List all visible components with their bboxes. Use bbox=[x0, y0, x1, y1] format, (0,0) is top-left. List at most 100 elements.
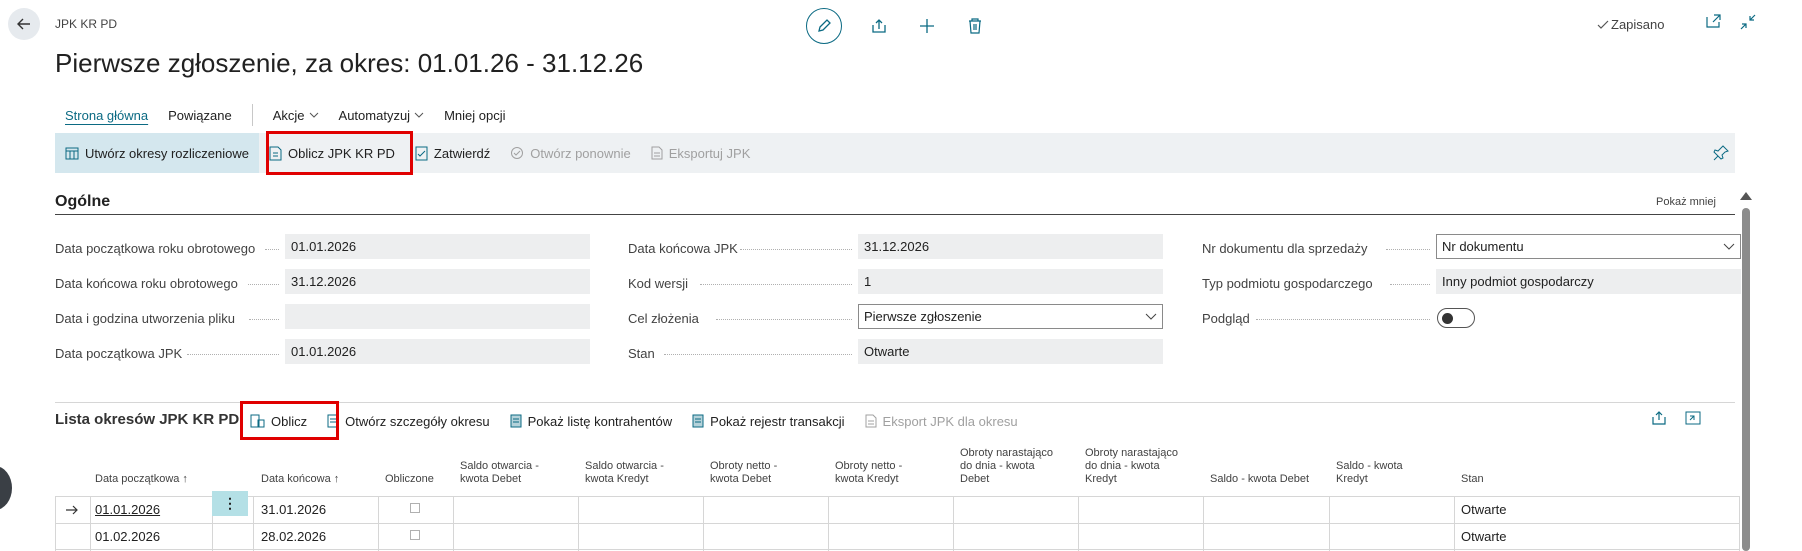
col-header-opening-debit[interactable]: Saldo otwarcia - kwota Debet bbox=[460, 460, 539, 486]
col-header-calculated[interactable]: Obliczone bbox=[385, 473, 434, 486]
tab-home[interactable]: Strona główna bbox=[55, 108, 158, 123]
tab-related[interactable]: Powiązane bbox=[158, 108, 242, 123]
calculate-jpk-label: Oblicz JPK KR PD bbox=[288, 145, 395, 161]
col-header-balance-debit[interactable]: Saldo - kwota Debet bbox=[1210, 473, 1309, 486]
grid-line bbox=[253, 496, 254, 551]
fy-start-field[interactable]: 01.01.2026 bbox=[285, 234, 590, 259]
scrollbar-thumb[interactable] bbox=[1742, 208, 1750, 551]
col-header-line: Saldo otwarcia - bbox=[585, 460, 664, 472]
back-button[interactable] bbox=[8, 8, 40, 40]
jpk-end-field[interactable]: 31.12.2026 bbox=[858, 234, 1163, 259]
fy-start-label: Data początkowa roku obrotowego bbox=[55, 241, 256, 256]
sales-doc-label: Nr dokumentu dla sprzedaży bbox=[1202, 241, 1368, 256]
col-header-opening-credit[interactable]: Saldo otwarcia - kwota Kredyt bbox=[585, 460, 664, 486]
row-calculated-checkbox[interactable] bbox=[410, 530, 420, 540]
reopen-icon bbox=[511, 147, 524, 159]
label-dots bbox=[740, 249, 852, 250]
collapse-button[interactable] bbox=[1740, 14, 1756, 33]
row-start-date[interactable]: 01.02.2026 bbox=[95, 529, 160, 544]
col-header-status[interactable]: Stan bbox=[1461, 473, 1484, 486]
purpose-select[interactable]: Pierwsze zgłoszenie bbox=[858, 304, 1163, 329]
share-button[interactable] bbox=[868, 15, 890, 37]
tab-actions[interactable]: Akcje bbox=[263, 108, 329, 123]
action-menu-tabs: Strona główna Powiązane Akcje Automatyzu… bbox=[55, 104, 516, 126]
col-header-start-date[interactable]: Data początkowa ↑ bbox=[95, 473, 188, 486]
preview-toggle[interactable] bbox=[1437, 308, 1475, 328]
export-jpk-button[interactable]: Eksportuj JPK bbox=[641, 133, 761, 173]
row-status[interactable]: Otwarte bbox=[1461, 529, 1507, 544]
reopen-button[interactable]: Otwórz ponownie bbox=[500, 133, 640, 173]
action-bar: Utwórz okresy rozliczeniowe Oblicz JPK K… bbox=[55, 133, 1735, 173]
scroll-up-arrow[interactable] bbox=[1740, 192, 1752, 200]
periods-list-title: Lista okresów JPK KR PD bbox=[55, 411, 240, 428]
new-button[interactable] bbox=[916, 15, 938, 37]
pin-button[interactable] bbox=[1713, 145, 1729, 164]
col-header-net-credit[interactable]: Obroty netto - kwota Kredyt bbox=[835, 460, 902, 486]
sales-doc-select[interactable]: Nr dokumentu bbox=[1436, 234, 1741, 259]
reopen-label: Otwórz ponownie bbox=[530, 145, 631, 161]
calculate-period-button[interactable]: Oblicz bbox=[240, 401, 317, 441]
grid-line bbox=[1203, 496, 1204, 551]
plus-icon bbox=[920, 19, 934, 33]
row-start-date-link[interactable]: 01.01.2026 bbox=[95, 502, 160, 517]
tab-automate[interactable]: Automatyzuj bbox=[329, 108, 435, 123]
arrow-right-icon bbox=[66, 505, 78, 515]
create-periods-button[interactable]: Utwórz okresy rozliczeniowe bbox=[55, 133, 259, 173]
col-header-net-debit[interactable]: Obroty netto - kwota Debet bbox=[710, 460, 777, 486]
approve-button[interactable]: Zatwierdź bbox=[405, 133, 500, 173]
col-header-line: Obroty netto - bbox=[710, 460, 778, 472]
share-icon bbox=[872, 19, 886, 33]
create-periods-label: Utwórz okresy rozliczeniowe bbox=[85, 145, 249, 161]
export-period-button[interactable]: Eksport JPK dla okresu bbox=[855, 401, 1028, 441]
col-header-cumulative-debit[interactable]: Obroty narastająco do dnia - kwota Debet bbox=[960, 447, 1053, 486]
file-created-label: Data i godzina utworzenia pliku bbox=[55, 311, 235, 326]
tab-automate-label: Automatyzuj bbox=[338, 107, 411, 123]
row-end-date[interactable]: 28.02.2026 bbox=[261, 529, 326, 544]
document-export-icon bbox=[865, 414, 877, 428]
list-share-button[interactable] bbox=[1651, 410, 1667, 429]
tab-fewer-options[interactable]: Mniej opcji bbox=[434, 108, 515, 123]
col-header-line: Saldo otwarcia - bbox=[460, 460, 539, 472]
calculate-period-label: Oblicz bbox=[271, 413, 308, 429]
open-new-window-button[interactable] bbox=[1706, 14, 1722, 33]
preview-label: Podgląd bbox=[1202, 311, 1250, 326]
grid-line bbox=[55, 549, 1740, 550]
show-less-link[interactable]: Pokaż mniej bbox=[1656, 196, 1716, 208]
entity-type-field[interactable]: Inny podmiot gospodarczy bbox=[1436, 269, 1741, 294]
show-register-button[interactable]: Pokaż rejestr transakcji bbox=[682, 401, 854, 441]
document-check-icon bbox=[415, 146, 428, 160]
document-export-icon bbox=[651, 146, 663, 160]
col-header-end-date[interactable]: Data końcowa ↑ bbox=[261, 473, 339, 486]
show-contractors-button[interactable]: Pokaż listę kontrahentów bbox=[500, 401, 683, 441]
grid-line bbox=[55, 496, 56, 551]
jpk-start-field[interactable]: 01.01.2026 bbox=[285, 339, 590, 364]
side-panel-handle[interactable] bbox=[0, 466, 12, 510]
row-calculated-checkbox[interactable] bbox=[410, 503, 420, 513]
more-vertical-icon: ⋮ bbox=[223, 495, 237, 511]
edit-button[interactable] bbox=[806, 8, 842, 44]
list-expand-button[interactable] bbox=[1685, 410, 1701, 429]
calculate-jpk-button[interactable]: Oblicz JPK KR PD bbox=[259, 133, 405, 173]
arrow-left-icon bbox=[17, 18, 30, 30]
row-status[interactable]: Otwarte bbox=[1461, 502, 1507, 517]
label-dots bbox=[1386, 249, 1430, 250]
grid-line bbox=[578, 496, 579, 551]
status-field[interactable]: Otwarte bbox=[858, 339, 1163, 364]
purpose-label: Cel złożenia bbox=[628, 311, 699, 326]
open-period-details-button[interactable]: Otwórz szczegóły okresu bbox=[317, 401, 500, 441]
row-end-date[interactable]: 31.01.2026 bbox=[261, 502, 326, 517]
grid-line bbox=[90, 496, 91, 551]
jpk-start-label: Data początkowa JPK bbox=[55, 346, 183, 361]
section-divider bbox=[55, 214, 1735, 215]
grid-line bbox=[55, 523, 1740, 524]
col-header-cumulative-credit[interactable]: Obroty narastająco do dnia - kwota Kredy… bbox=[1085, 447, 1178, 486]
row-actions-button[interactable]: ⋮ bbox=[212, 491, 248, 516]
grid-line bbox=[378, 496, 379, 551]
open-new-window-icon bbox=[1706, 14, 1721, 28]
show-contractors-label: Pokaż listę kontrahentów bbox=[527, 413, 673, 429]
fy-end-field[interactable]: 31.12.2026 bbox=[285, 269, 590, 294]
delete-button[interactable] bbox=[964, 15, 986, 37]
version-code-field[interactable]: 1 bbox=[858, 269, 1163, 294]
col-header-balance-credit[interactable]: Saldo - kwota Kredyt bbox=[1336, 460, 1403, 486]
file-created-field[interactable] bbox=[285, 304, 590, 329]
